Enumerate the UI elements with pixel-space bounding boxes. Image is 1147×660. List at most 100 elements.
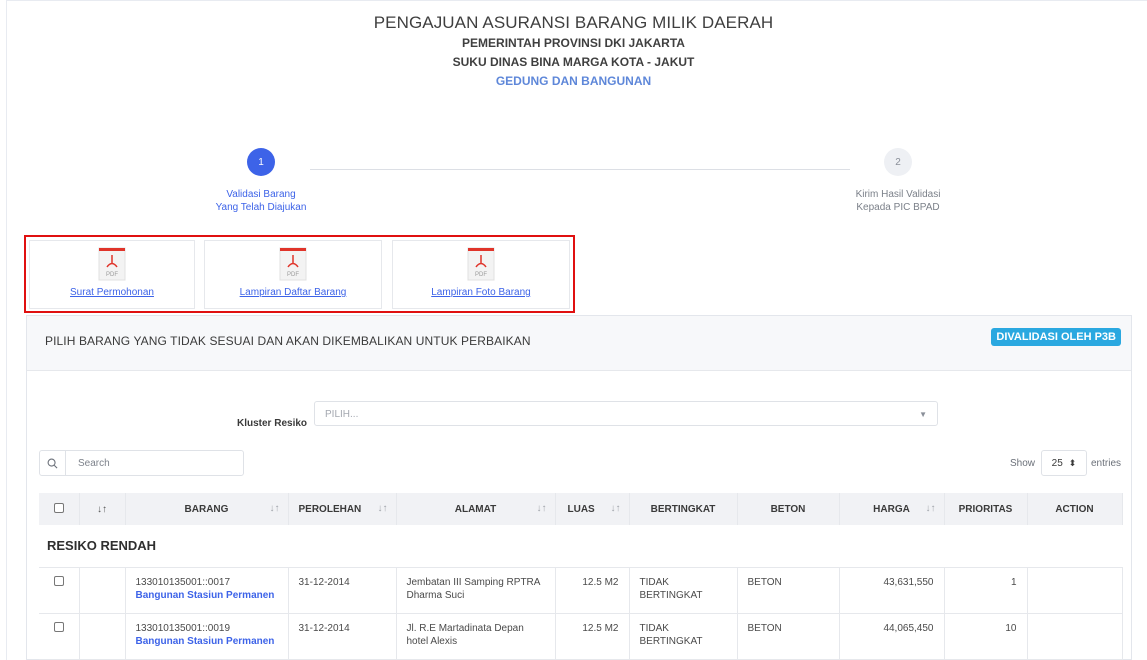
document-card-lampiran-foto-barang[interactable]: PDF Lampiran Foto Barang xyxy=(392,240,570,309)
row-sort-cell xyxy=(79,567,126,614)
table-row: 133010135001::0017 Bangunan Stasiun Perm… xyxy=(39,567,1123,614)
bertingkat-cell: TIDAK BERTINGKAT xyxy=(629,567,738,614)
group-label: RESIKO RENDAH xyxy=(39,525,1122,568)
table-row: 133010135001::0019 Bangunan Stasiun Perm… xyxy=(39,613,1123,660)
step-1-label: Validasi Barang Yang Telah Diajukan xyxy=(196,188,326,214)
step-1-indicator[interactable]: 1 xyxy=(247,148,275,176)
svg-text:PDF: PDF xyxy=(475,272,487,278)
validation-panel: PILIH BARANG YANG TIDAK SESUAI DAN AKAN … xyxy=(26,315,1132,660)
page-length-value: 25 xyxy=(1051,457,1063,469)
kluster-placeholder: PILIH... xyxy=(325,409,359,420)
sort-icon: ↓↑ xyxy=(377,503,388,514)
step-2-indicator[interactable]: 2 xyxy=(884,148,912,176)
status-badge: DIVALIDASI OLEH P3B xyxy=(991,328,1121,346)
sort-updown-icon: ⬍ xyxy=(1068,457,1077,468)
harga-cell: 43,631,550 xyxy=(839,567,945,614)
harga-cell: 44,065,450 xyxy=(839,613,945,660)
action-cell xyxy=(1027,567,1123,614)
document-card-surat-permohonan[interactable]: PDF Surat Permohonan xyxy=(29,240,195,309)
step-1-label-line2: Yang Telah Diajukan xyxy=(215,202,307,213)
luas-cell: 12.5 M2 xyxy=(555,613,630,660)
sort-icon: ↓↑ xyxy=(97,503,107,515)
sort-icon: ↓↑ xyxy=(269,503,280,514)
column-barang[interactable]: BARANG ↓↑ xyxy=(125,493,289,525)
luas-cell: 12.5 M2 xyxy=(555,567,630,614)
bertingkat-cell: TIDAK BERTINGKAT xyxy=(629,613,738,660)
svg-text:PDF: PDF xyxy=(106,272,118,278)
column-action: ACTION xyxy=(1027,493,1123,525)
sort-icon: ↓↑ xyxy=(925,503,936,514)
lampiran-foto-barang-link[interactable]: Lampiran Foto Barang xyxy=(393,287,569,298)
column-barang-label: BARANG xyxy=(184,503,229,515)
row-sort-cell xyxy=(79,613,126,660)
chevron-down-icon: ▼ xyxy=(919,410,927,419)
entries-label: entries xyxy=(1090,457,1121,469)
sort-column-header[interactable]: ↓↑ xyxy=(79,493,126,525)
pdf-icon: PDF xyxy=(98,247,126,281)
column-luas-label: LUAS xyxy=(567,503,595,515)
header-government: PEMERINTAH PROVINSI DKI JAKARTA xyxy=(462,36,685,50)
column-alamat-label: ALAMAT xyxy=(454,503,497,515)
document-attachments: PDF Surat Permohonan PDF Lampiran Daftar… xyxy=(24,235,575,313)
panel-title: PILIH BARANG YANG TIDAK SESUAI DAN AKAN … xyxy=(45,334,531,348)
step-2-label-line2: Kepada PIC BPAD xyxy=(856,202,940,213)
alamat-cell: Jl. R.E Martadinata Depan hotel Alexis xyxy=(396,613,556,660)
table-header-row: ↓↑ BARANG ↓↑ PEROLEHAN ↓↑ ALAMAT ↓↑ LUAS ↓↑ … xyxy=(39,493,1123,525)
column-action-label: ACTION xyxy=(1055,503,1094,515)
row-checkbox[interactable] xyxy=(53,621,64,632)
row-select-cell xyxy=(39,567,80,614)
document-card-lampiran-daftar-barang[interactable]: PDF Lampiran Daftar Barang xyxy=(204,240,382,309)
step-2-label-line1: Kirim Hasil Validasi xyxy=(855,189,941,200)
action-cell xyxy=(1027,613,1123,660)
search-input[interactable] xyxy=(66,451,243,475)
alamat-cell: Jembatan III Samping RPTRA Dharma Suci xyxy=(396,567,556,614)
show-label: Show xyxy=(1009,457,1035,469)
kluster-resiko-label: Kluster Resiko xyxy=(237,418,308,429)
svg-text:PDF: PDF xyxy=(287,272,299,278)
column-prioritas: PRIORITAS xyxy=(944,493,1028,525)
sort-icon: ↓↑ xyxy=(610,503,621,514)
column-bertingkat-label: BERTINGKAT xyxy=(650,503,716,515)
pdf-icon: PDF xyxy=(467,247,495,281)
row-select-cell xyxy=(39,613,80,660)
step-2-label: Kirim Hasil Validasi Kepada PIC BPAD xyxy=(833,188,963,214)
beton-cell: BETON xyxy=(737,567,840,614)
prioritas-cell: 10 xyxy=(944,613,1028,660)
perolehan-cell: 31-12-2014 xyxy=(288,567,397,614)
column-beton: BETON xyxy=(737,493,840,525)
step-1-label-line1: Validasi Barang xyxy=(226,189,296,200)
barang-cell: 133010135001::0017 Bangunan Stasiun Perm… xyxy=(125,567,289,614)
page-header: PENGAJUAN ASURANSI BARANG MILIK DAERAH P… xyxy=(0,12,1147,91)
step-connector xyxy=(310,169,850,170)
page-title: PENGAJUAN ASURANSI BARANG MILIK DAERAH xyxy=(373,13,774,32)
barang-name-link[interactable]: Bangunan Stasiun Permanen xyxy=(136,635,278,648)
select-all-checkbox[interactable] xyxy=(53,502,64,513)
page-length-control: Show 25 ⬍ entries xyxy=(1010,450,1121,476)
column-bertingkat: BERTINGKAT xyxy=(629,493,738,525)
column-harga-label: HARGA xyxy=(873,503,910,515)
prioritas-cell: 1 xyxy=(944,567,1028,614)
column-harga[interactable]: HARGA ↓↑ xyxy=(839,493,945,525)
page-length-select[interactable]: 25 ⬍ xyxy=(1040,450,1087,476)
kluster-resiko-select[interactable]: PILIH... ▼ xyxy=(314,401,938,426)
search-icon[interactable] xyxy=(40,451,66,475)
perolehan-cell: 31-12-2014 xyxy=(288,613,397,660)
barang-name-link[interactable]: Bangunan Stasiun Permanen xyxy=(136,589,278,602)
column-beton-label: BETON xyxy=(770,503,806,515)
select-all-cell xyxy=(39,493,80,525)
panel-header: PILIH BARANG YANG TIDAK SESUAI DAN AKAN … xyxy=(27,316,1131,371)
column-alamat[interactable]: ALAMAT ↓↑ xyxy=(396,493,556,525)
barang-code: 133010135001::0017 xyxy=(135,576,231,588)
column-luas[interactable]: LUAS ↓↑ xyxy=(555,493,630,525)
column-perolehan[interactable]: PEROLEHAN ↓↑ xyxy=(288,493,397,525)
search-box xyxy=(39,450,244,476)
header-category: GEDUNG DAN BANGUNAN xyxy=(495,74,652,88)
barang-code: 133010135001::0019 xyxy=(135,622,231,634)
row-checkbox[interactable] xyxy=(53,575,64,586)
header-department: SUKU DINAS BINA MARGA KOTA - JAKUT xyxy=(452,55,695,69)
wizard-stepper: 1 2 Validasi Barang Yang Telah Diajukan … xyxy=(0,148,1147,218)
surat-permohonan-link[interactable]: Surat Permohonan xyxy=(30,287,194,298)
beton-cell: BETON xyxy=(737,613,840,660)
column-prioritas-label: PRIORITAS xyxy=(958,503,1013,515)
lampiran-daftar-barang-link[interactable]: Lampiran Daftar Barang xyxy=(205,287,381,298)
